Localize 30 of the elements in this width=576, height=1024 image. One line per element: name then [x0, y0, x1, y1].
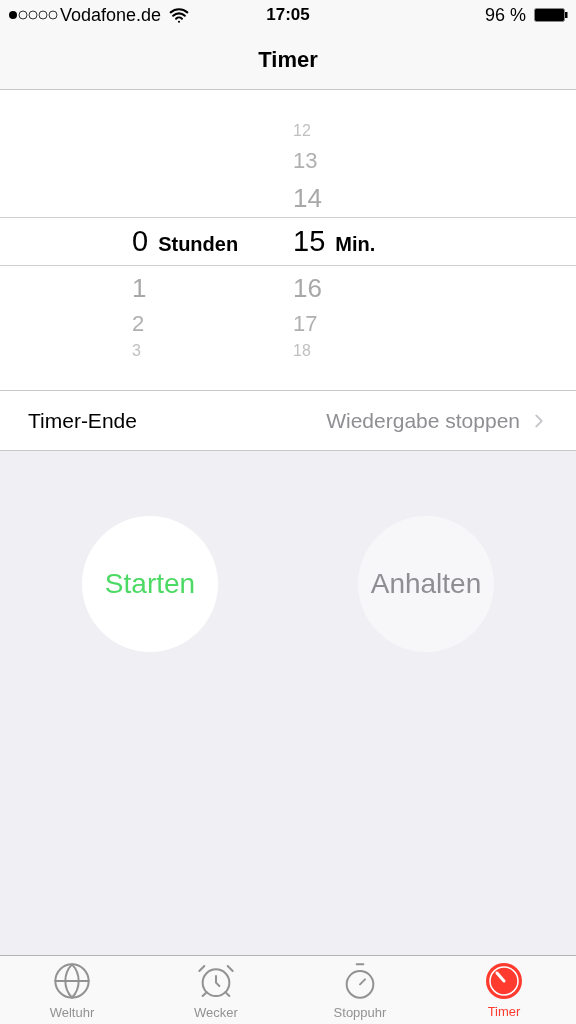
timer-icon: [485, 962, 523, 1001]
picker-value[interactable]: 13: [293, 150, 318, 172]
round-button[interactable]: Starten: [82, 516, 218, 652]
battery-percent: 96 %: [484, 3, 526, 27]
tab-bar-item[interactable]: Stoppuhr: [288, 956, 432, 1024]
battery-icon: [534, 8, 568, 22]
status-time: 17:05: [266, 4, 310, 27]
timer-end-row[interactable]: Timer-Ende Wiedergabe stoppen: [0, 390, 576, 451]
picker-selected-value[interactable]: 0: [132, 227, 149, 256]
signal-icon: [8, 10, 58, 20]
picker-value[interactable]: 12: [293, 122, 311, 139]
wifi-icon: [169, 5, 190, 25]
timer-end-value: Wiedergabe stoppen: [326, 407, 520, 434]
picker-selected-value[interactable]: 15: [293, 227, 326, 256]
picker-value[interactable]: 3: [132, 343, 141, 359]
picker-value[interactable]: 18: [293, 343, 311, 359]
picker-value[interactable]: 1: [132, 274, 147, 301]
picker-unit: Stunden: [158, 234, 239, 254]
picker-value[interactable]: 16: [293, 274, 322, 301]
nav-title: Timer: [258, 46, 318, 74]
picker-value[interactable]: 17: [293, 313, 318, 335]
carrier-name: Vodafone.de: [60, 3, 162, 27]
tab-bar-item[interactable]: Timer: [432, 956, 576, 1024]
picker-value[interactable]: 14: [293, 185, 322, 211]
tab-bar-item[interactable]: Weltuhr: [0, 956, 144, 1024]
globe-icon: [52, 961, 92, 1002]
picker-value[interactable]: 2: [132, 313, 145, 335]
picker-unit: Min.: [335, 234, 376, 254]
timer-end-label: Timer-Ende: [28, 407, 137, 434]
tab-bar-item[interactable]: Wecker: [144, 956, 288, 1024]
